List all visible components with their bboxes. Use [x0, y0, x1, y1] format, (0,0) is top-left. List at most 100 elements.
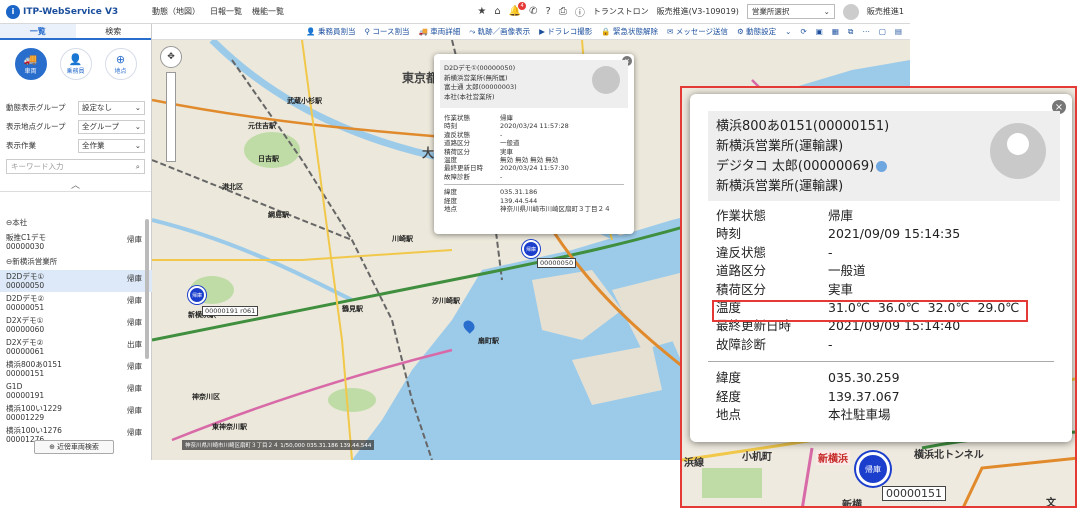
info-value: 2020/03/24 11:57:30 — [500, 164, 569, 173]
list-item[interactable]: D2Xデモ① 00000060 帰庫 — [0, 314, 152, 336]
nav-map[interactable]: 動態（地図） — [152, 6, 200, 17]
map-label: 日吉駅 — [258, 155, 279, 163]
vehicle-name: 横浜800あ0151 — [6, 360, 62, 369]
vehicle-status: 帰庫 — [127, 274, 142, 283]
tab-search[interactable]: 検索 — [76, 24, 152, 38]
vehicle-id: 00000050 — [6, 281, 45, 290]
vehicle-marker-label: 00000151 — [882, 486, 946, 501]
map-label: 東京都 — [402, 71, 439, 85]
info-value: 035.30.259 — [828, 370, 900, 386]
map-label: 汐川崎駅 — [432, 297, 460, 305]
info-icon[interactable]: ⓘ — [575, 4, 585, 19]
mode-vehicle-button[interactable]: 🚚 車両 — [14, 48, 47, 80]
tab-list[interactable]: 一覧 — [0, 24, 76, 38]
toolbar-label: 乗務員割当 — [318, 27, 356, 36]
point-group-select[interactable]: 全グループ ⌄ — [78, 119, 145, 134]
vehicle-marker[interactable]: 帰庫 — [522, 240, 540, 258]
map-label: 川崎駅 — [392, 235, 413, 243]
zoomed-inset: 浜線 小机町 新横浜 横浜北トンネル 新横 文 帰庫 00000151 × 横浜… — [680, 86, 1077, 508]
home-icon[interactable]: ⌂ — [494, 6, 500, 17]
toolbar-emergency-release[interactable]: 🔒 緊急状態解除 — [601, 26, 658, 37]
display-group-select[interactable]: 設定なし ⌄ — [78, 100, 145, 115]
toolbar-driver-assign[interactable]: 👤 乗務員割当 — [306, 26, 355, 37]
vehicle-name-block: D2Xデモ② 00000061 — [6, 338, 44, 356]
map-label: 東神奈川駅 — [212, 423, 247, 431]
top-header: i ITP-WebService V3 動態（地図） 日報一覧 機能一覧 ★ ⌂… — [0, 0, 910, 24]
user-avatar[interactable] — [842, 3, 859, 20]
chevron-down-icon[interactable]: ⌄ — [785, 27, 791, 36]
copy-icon[interactable]: ⧉ — [848, 27, 853, 37]
vehicle-name: G1D — [6, 382, 23, 391]
nav-functions[interactable]: 機能一覧 — [252, 6, 284, 17]
nearby-search-button[interactable]: ⊕ 近傍車両検索 — [34, 440, 114, 454]
help-icon[interactable]: ? — [546, 6, 551, 17]
list-item[interactable]: G1D 00000191 帰庫 — [0, 380, 152, 402]
phone-icon[interactable]: ✆ — [529, 6, 537, 17]
map-label: 神奈川区 — [192, 393, 220, 401]
list-item[interactable]: 販推C1デモ 00000030 帰庫 — [0, 231, 152, 253]
group-header[interactable]: ⊖新横浜営業所 — [0, 253, 152, 270]
info-key: 時刻 — [444, 122, 457, 131]
layers-icon[interactable]: ▣ — [816, 27, 823, 36]
bell-icon[interactable]: 🔔 4 — [509, 2, 527, 17]
print-icon[interactable]: ⎙ — [559, 6, 567, 17]
vehicle-name: D2Dデモ② — [6, 294, 45, 303]
info-key: 地点 — [444, 205, 457, 214]
vehicle-marker[interactable]: 帰庫 — [856, 452, 890, 486]
info-value: 実車 — [828, 281, 854, 297]
group-header[interactable]: ⊖本社 — [0, 214, 152, 231]
search-icon[interactable]: ⌕ — [136, 162, 140, 172]
filter-point-group: 表示地点グループ 全グループ ⌄ — [0, 117, 151, 136]
toolbar-course-assign[interactable]: ⚲ コース割当 — [365, 26, 410, 37]
mode-driver-label: 乗務員 — [66, 67, 85, 75]
select-value: 全作業 — [82, 141, 105, 150]
info-value: 139.44.544 — [500, 196, 538, 205]
window-icon[interactable]: ▢ — [879, 27, 886, 36]
toolbar-dynamic-settings[interactable]: ⚙ 動態設定 — [737, 26, 776, 37]
app-logo[interactable]: i ITP-WebService V3 — [0, 4, 152, 19]
vehicle-status: 帰庫 — [127, 406, 142, 415]
office-select[interactable]: 営業所選択 ⌄ — [746, 4, 835, 19]
info-key: 経度 — [444, 196, 457, 205]
task-select[interactable]: 全作業 ⌄ — [78, 138, 145, 153]
list-item[interactable]: D2Xデモ② 00000061 出庫 — [0, 336, 152, 358]
list-scrollbar[interactable] — [145, 219, 149, 359]
list-item[interactable]: 横浜800あ0151 00000151 帰庫 — [0, 358, 152, 380]
nav-daily-report[interactable]: 日報一覧 — [210, 6, 242, 17]
globe-icon[interactable] — [876, 161, 888, 172]
popup-position-rows: 緯度 035.31.186 経度 139.44.544 地点 神奈川県川崎市川崎区扇町… — [434, 188, 634, 213]
vehicle-id: 00000061 — [6, 347, 45, 356]
divider — [708, 361, 1054, 363]
toolbar-send-message[interactable]: ✉ メッセージ送信 — [667, 26, 728, 37]
vehicle-marker[interactable]: 帰庫 — [188, 286, 206, 304]
keyword-input[interactable]: キーワード入力 ⌕ — [6, 159, 145, 174]
vehicle-id: 00000030 — [6, 242, 45, 251]
list-item[interactable]: 横浜100い1229 00001229 帰庫 — [0, 402, 152, 424]
mode-point-button[interactable]: ⊕ 地点 — [104, 48, 137, 80]
toolbar-dashcam[interactable]: ▶ ドラレコ撮影 — [539, 26, 592, 37]
filter-label: 表示地点グループ — [6, 122, 66, 131]
panel-icon[interactable]: ▤ — [895, 27, 902, 36]
more-icon[interactable]: ⋯ — [862, 27, 870, 36]
vehicle-name: 販推C1デモ — [6, 233, 47, 242]
keyword-placeholder: キーワード入力 — [11, 162, 64, 171]
info-row: 違反状態 - — [444, 131, 624, 139]
map-pan-control[interactable]: ✥ — [160, 46, 182, 68]
grid-icon[interactable]: ▦ — [832, 27, 839, 36]
toolbar-vehicle-detail[interactable]: 🚚 車両詳細 — [419, 26, 461, 37]
app-root: i ITP-WebService V3 動態（地図） 日報一覧 機能一覧 ★ ⌂… — [0, 0, 1080, 510]
info-row: 違反状態 - — [716, 244, 1072, 262]
user-name[interactable]: 販売推進1 — [867, 6, 904, 17]
info-row: 時刻 2020/03/24 11:57:28 — [444, 122, 624, 130]
popup-status-rows: 作業状態 帰庫 時刻 2021/09/09 15:14:35 違反状態 - 道路区分 一… — [690, 201, 1072, 354]
map-zoom-slider[interactable] — [166, 72, 176, 162]
collapse-toggle[interactable]: ︿ — [0, 178, 151, 192]
mode-driver-button[interactable]: 👤 乗務員 — [59, 48, 92, 80]
map-label: 武蔵小杉駅 — [287, 97, 322, 105]
list-item[interactable]: D2Dデモ② 00000051 帰庫 — [0, 292, 152, 314]
toolbar-track-image[interactable]: ⤳ 軌跡／画像表示 — [469, 26, 530, 37]
list-item[interactable]: D2Dデモ① 00000050 帰庫 — [0, 270, 152, 292]
person-icon: 👤 — [68, 52, 83, 66]
refresh-icon[interactable]: ⟳ — [800, 27, 806, 36]
star-icon[interactable]: ★ — [477, 6, 486, 17]
